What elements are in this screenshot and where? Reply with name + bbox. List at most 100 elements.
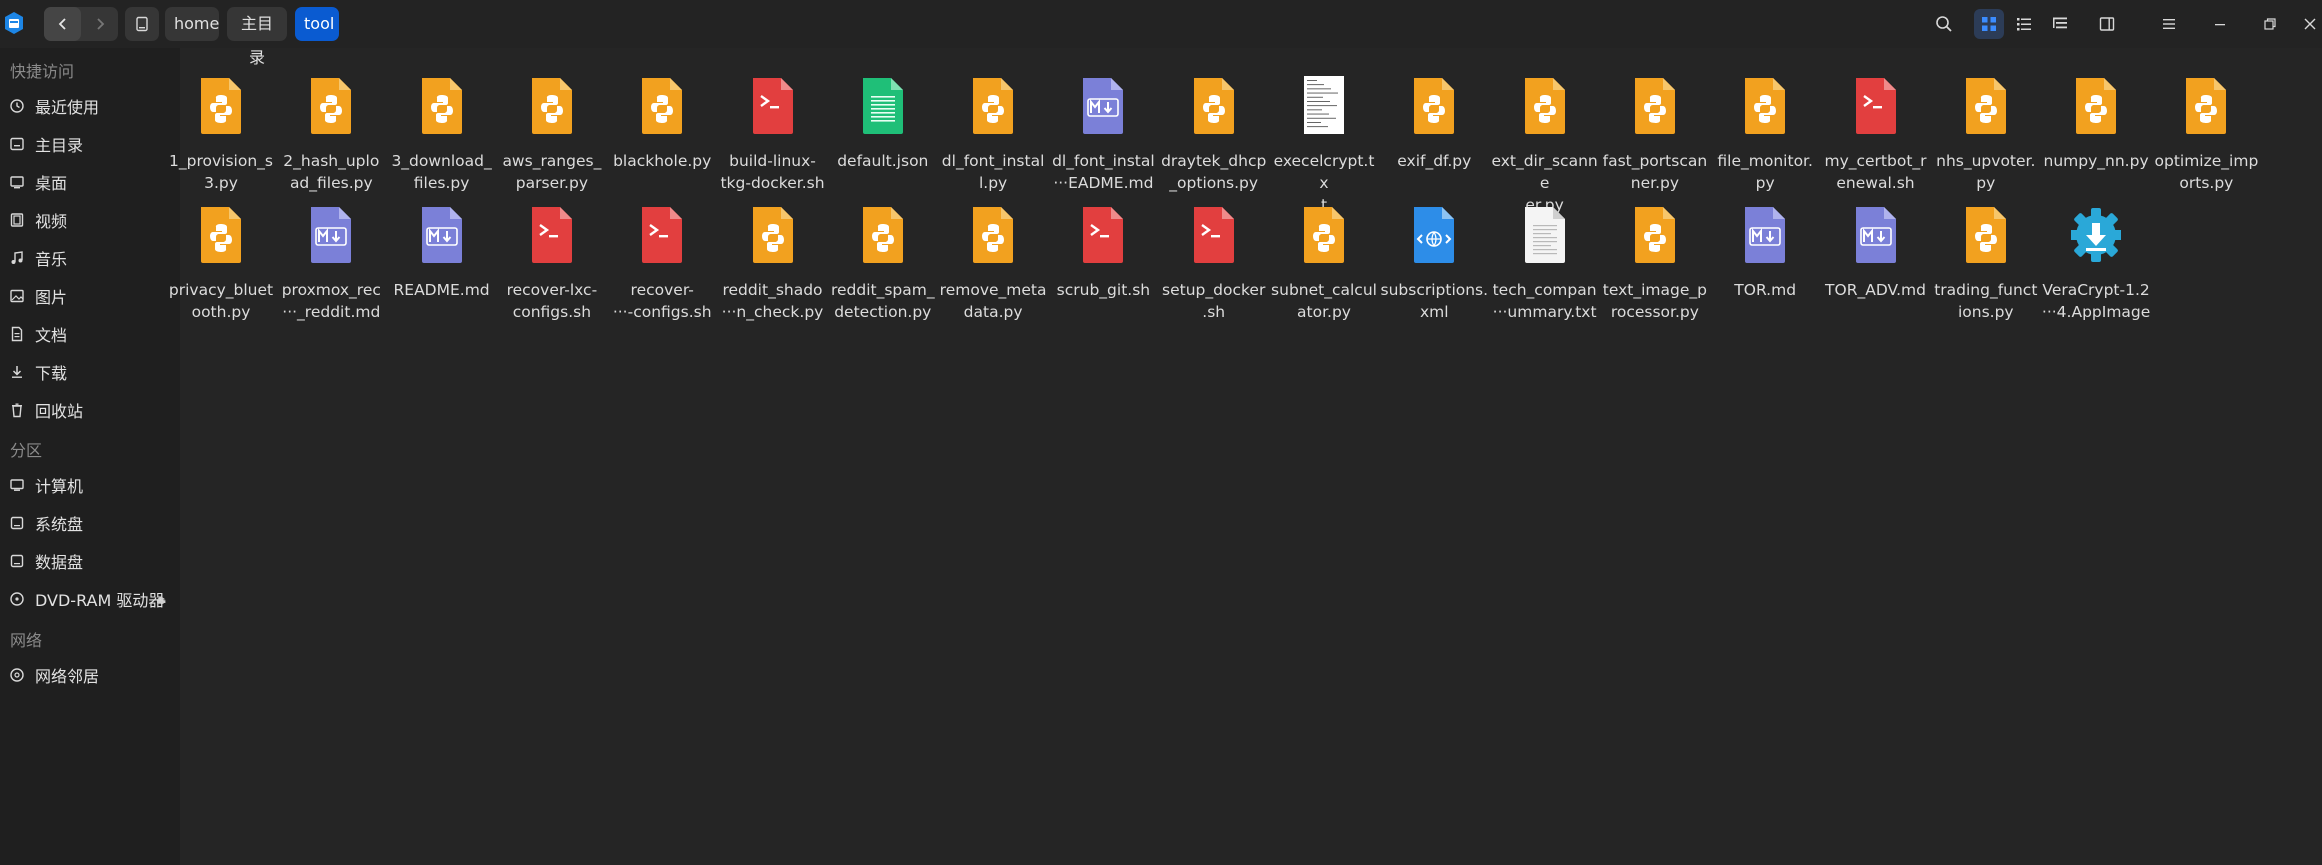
file-name: dl_font_instal ···EADME.md — [1052, 152, 1155, 192]
markdown-file-icon — [311, 207, 352, 263]
eject-icon[interactable]: ⏏ — [156, 593, 166, 606]
sidebar-item-data-disk[interactable]: 数据盘 — [0, 546, 180, 576]
markdown-file-icon — [1855, 207, 1896, 263]
icon-view-button[interactable] — [1974, 9, 2004, 39]
sidebar-item-documents[interactable]: 文档 — [0, 319, 180, 349]
file-name: subscriptions. xml — [1380, 281, 1489, 321]
file-name: file_monitor. py — [1717, 152, 1813, 192]
sidebar-item-label: 桌面 — [35, 174, 68, 193]
python-file-icon — [973, 207, 1014, 263]
text-preview-file-icon — [1304, 76, 1344, 134]
video-icon — [8, 211, 26, 229]
sidebar-item-recent[interactable]: 最近使用 — [0, 91, 180, 121]
file-name: TOR.md — [1734, 281, 1797, 299]
sidebar-item-desktop[interactable]: 桌面 — [0, 167, 180, 197]
file-name: text_image_p rocessor.py — [1602, 281, 1707, 321]
file-name: subnet_calcul ator.py — [1271, 281, 1377, 321]
list-view-button[interactable] — [2012, 12, 2036, 36]
back-button[interactable] — [44, 7, 81, 41]
python-file-icon — [311, 78, 352, 134]
sidebar-item-label: 图片 — [35, 288, 68, 307]
sidebar-item-system-disk[interactable]: 系统盘 — [0, 508, 180, 538]
sidebar-item-pictures[interactable]: 图片 — [0, 281, 180, 311]
sidebar-item-label: 回收站 — [35, 402, 84, 421]
file-name: numpy_nn.py — [2043, 152, 2149, 170]
appimage-file-icon — [2071, 208, 2122, 262]
file-name: remove_meta data.py — [939, 281, 1047, 321]
shell-file-icon — [1855, 78, 1896, 134]
chevron-left-icon — [58, 18, 66, 30]
python-file-icon — [201, 78, 241, 134]
python-file-icon — [1965, 78, 2006, 134]
file-name: reddit_spam_ detection.py — [830, 281, 935, 321]
markdown-file-icon — [1745, 207, 1786, 263]
sidebar-item-music[interactable]: 音乐 — [0, 243, 180, 273]
file-name: dl_font_instal l.py — [941, 152, 1045, 192]
shell-file-icon — [642, 207, 683, 263]
text-file-icon — [1524, 207, 1565, 263]
close-button[interactable] — [2298, 12, 2322, 36]
file-name: my_certbot_r enewal.sh — [1824, 152, 1927, 192]
file-name: tech_compan ···ummary.txt — [1492, 281, 1597, 321]
python-file-icon — [1745, 78, 1786, 134]
python-file-icon — [862, 207, 903, 263]
file-name: build-linux- tkg-docker.sh — [720, 152, 825, 192]
menu-button[interactable] — [2157, 12, 2181, 36]
sidebar-item-label: 视频 — [35, 212, 68, 231]
tree-view-icon — [2053, 17, 2067, 29]
python-file-icon — [1193, 78, 1234, 134]
python-file-icon — [1524, 78, 1565, 134]
file-name: TOR_ADV.md — [1825, 281, 1926, 299]
minimize-icon — [2215, 24, 2225, 26]
maximize-button[interactable] — [2258, 12, 2282, 36]
breadcrumb-main-directory[interactable]: 主目录 — [227, 7, 287, 67]
file-name: nhs_upvoter. py — [1936, 152, 2036, 192]
sidebar-item-videos[interactable]: 视频 — [0, 205, 180, 235]
sidebar-item-label: 文档 — [35, 326, 68, 345]
forward-button[interactable] — [81, 7, 118, 41]
sidebar-item-downloads[interactable]: 下载 — [0, 357, 180, 387]
file-name: fast_portscan ner.py — [1602, 152, 1708, 192]
minimize-button[interactable] — [2208, 12, 2232, 36]
file-name: default.json — [837, 152, 929, 170]
sidebar-item-computer[interactable]: 计算机 — [0, 470, 180, 500]
python-file-icon — [1414, 78, 1455, 134]
sidebar-item-label: 主目录 — [35, 136, 84, 155]
breadcrumb-device-button[interactable] — [125, 7, 159, 41]
file-name: aws_ranges_ parser.py — [502, 152, 602, 192]
shell-file-icon — [531, 207, 572, 263]
desktop-icon — [8, 173, 26, 191]
json-file-icon — [862, 78, 903, 134]
title-bar: home 主目录 tool — [0, 0, 2322, 67]
python-file-icon — [1965, 207, 2006, 263]
search-icon — [1936, 16, 1952, 32]
file-name: recover-lxc- configs.sh — [506, 281, 598, 321]
file-name: 1_provision_s 3.py — [169, 152, 273, 192]
sidebar-panel-icon — [2099, 17, 2115, 31]
computer-icon — [8, 476, 26, 494]
breadcrumb-tool[interactable]: tool — [295, 7, 339, 41]
restore-icon — [2264, 18, 2276, 30]
sidebar-item-dvd-drive[interactable]: DVD-RAM 驱动器 ⏏ — [0, 584, 180, 614]
trash-icon — [8, 401, 26, 419]
breadcrumb-home[interactable]: home — [165, 7, 219, 41]
music-icon — [8, 249, 26, 267]
sidebar-item-network-neighborhood[interactable]: 网络邻居 — [0, 660, 180, 690]
search-button[interactable] — [1932, 12, 1956, 36]
python-file-icon — [421, 78, 462, 134]
sidebar-item-label: 最近使用 — [35, 98, 100, 117]
details-panel-button[interactable] — [2095, 12, 2119, 36]
disk-icon — [8, 514, 26, 532]
sidebar-item-trash[interactable]: 回收站 — [0, 395, 180, 425]
file-name: exif_df.py — [1397, 152, 1472, 170]
sidebar: 快捷访问 最近使用 主目录 桌面 视频 音乐 图片 文档 下载 回收站 分区 计… — [0, 48, 180, 865]
download-icon — [8, 363, 26, 381]
file-name: setup_docker .sh — [1162, 281, 1266, 321]
tree-view-button[interactable] — [2048, 12, 2072, 36]
sidebar-item-label: 系统盘 — [35, 515, 84, 534]
file-name: scrub_git.sh — [1056, 281, 1151, 299]
sidebar-item-home[interactable]: 主目录 — [0, 129, 180, 159]
disk-icon — [8, 552, 26, 570]
markdown-file-icon — [1083, 78, 1124, 134]
file-name: README.md — [393, 281, 490, 299]
